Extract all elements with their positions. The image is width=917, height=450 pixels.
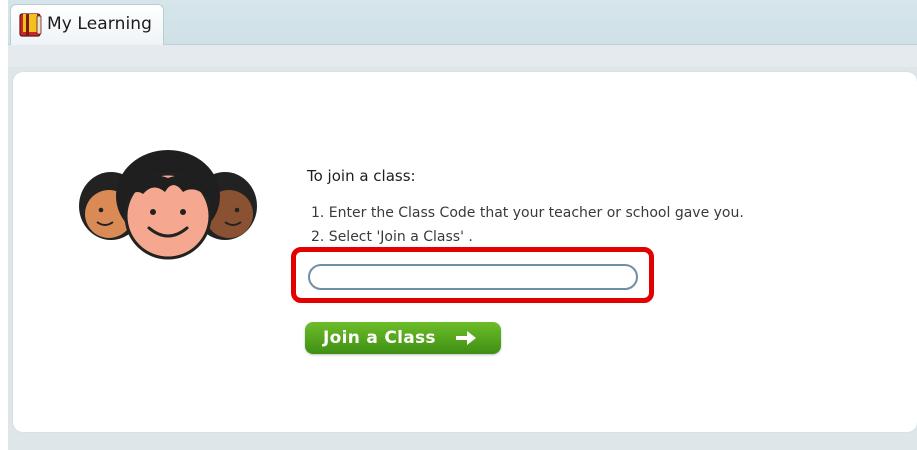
join-class-title: To join a class: [307, 167, 416, 185]
class-code-input[interactable] [308, 264, 638, 290]
instruction-step-1: 1. Enter the Class Code that your teache… [311, 205, 744, 221]
tab-label: My Learning [47, 14, 153, 34]
kids-faces-icon [79, 150, 257, 260]
book-icon [19, 13, 42, 37]
tab-my-learning[interactable]: My Learning [10, 4, 164, 45]
arrow-right-icon [454, 329, 478, 347]
join-class-button-label: Join a Class [323, 328, 436, 348]
tab-bar: My Learning [8, 0, 917, 45]
app-frame: My Learning To join a class: 1. Enter th… [8, 0, 917, 450]
instruction-step-2: 2. Select 'Join a Class' . [311, 229, 473, 245]
join-class-panel: To join a class: 1. Enter the Class Code… [13, 72, 917, 432]
join-class-button[interactable]: Join a Class [305, 322, 501, 354]
toolbar-strip [8, 45, 917, 67]
